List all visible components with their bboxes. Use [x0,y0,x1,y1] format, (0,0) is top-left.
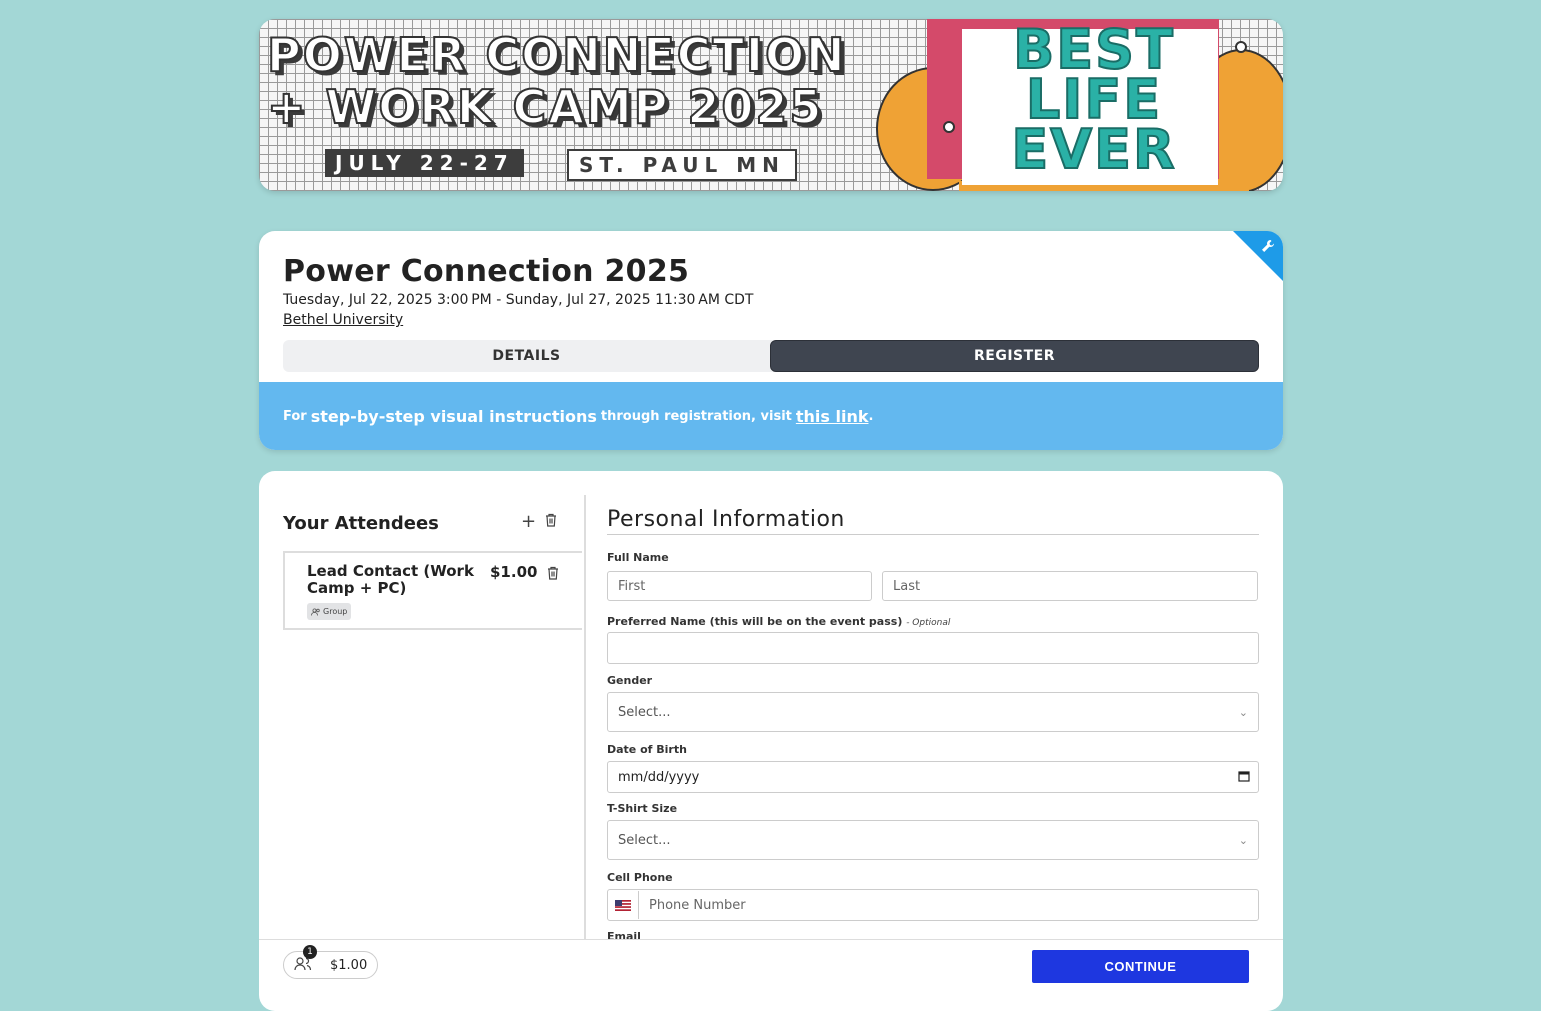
preferred-name-input[interactable] [607,632,1259,664]
group-badge: Group [307,603,352,620]
event-card: Power Connection 2025 Tuesday, Jul 22, 2… [259,231,1283,450]
info-emphasis: step-by-step visual instructions [310,406,597,426]
event-dates: Tuesday, Jul 22, 2025 3:00 PM - Sunday, … [283,292,754,308]
chevron-down-icon: ⌄ [1238,705,1248,719]
first-name-input[interactable]: First [607,571,872,601]
instructions-link[interactable]: this link [796,407,869,426]
continue-button[interactable]: CONTINUE [1032,950,1249,983]
info-prefix: For [283,408,307,424]
wrench-icon[interactable] [1261,239,1275,256]
dob-input[interactable]: mm/dd/yyyy [607,761,1259,793]
group-icon [311,607,320,616]
registration-footer: 1 $1.00 CONTINUE [259,939,1283,993]
form-heading: Personal Information [607,507,1259,535]
plus-icon[interactable]: + [521,511,536,532]
banner-ring-icon [943,121,955,133]
preferred-name-label: Preferred Name (this will be on the even… [607,615,951,628]
registration-card: Your Attendees + Lead Contact (Work Camp… [259,471,1283,1011]
banner-dates: JULY 22-27 [325,149,524,177]
banner-place: ST. PAUL MN [567,149,797,181]
trash-icon[interactable] [545,512,557,531]
instructions-banner: For step-by-step visual instructions thr… [259,382,1283,450]
banner-title: POWER CONNECTION + WORK CAMP 2025 [266,28,847,134]
tshirt-value: Select... [618,832,671,848]
optional-tag: - Optional [906,618,951,628]
badge-label: Group [323,607,348,616]
banner-ring-icon [1235,41,1247,53]
dob-label: Date of Birth [607,743,687,756]
attendee-name: Lead Contact (Work Camp + PC) [307,562,474,597]
info-suffix: . [868,408,874,424]
cart-summary[interactable]: 1 $1.00 [283,944,378,979]
dob-value: mm/dd/yyyy [618,769,700,785]
info-middle: through registration, visit [600,408,792,424]
event-tabs: DETAILS REGISTER [283,340,1259,372]
email-label: Email [607,930,641,939]
tab-register[interactable]: REGISTER [770,340,1259,372]
attendees-icon: 1 [294,944,317,974]
event-venue-link[interactable]: Bethel University [283,312,403,328]
cell-phone-input[interactable]: Phone Number [607,889,1259,921]
gender-label: Gender [607,674,653,687]
tab-details[interactable]: DETAILS [283,340,770,372]
tshirt-select[interactable]: Select... ⌄ [607,820,1259,860]
us-flag-icon[interactable] [608,891,639,919]
trash-icon[interactable] [547,565,559,584]
calendar-icon[interactable] [1238,770,1250,785]
banner-graphic-text: BEST LIFE EVER [1010,19,1177,181]
tshirt-label: T-Shirt Size [607,802,678,815]
cart-total: $1.00 [330,957,368,973]
attendee-price: $1.00 [490,563,538,581]
full-name-label: Full Name [607,551,669,564]
personal-info-form: Personal Information Full Name First Las… [607,495,1259,939]
chevron-down-icon: ⌄ [1238,833,1248,847]
event-banner: POWER CONNECTION + WORK CAMP 2025 JULY 2… [259,19,1283,191]
attendees-heading: Your Attendees [283,513,439,534]
cell-phone-placeholder: Phone Number [649,897,746,913]
last-name-input[interactable]: Last [882,571,1258,601]
attendees-panel: Your Attendees + Lead Contact (Work Camp… [283,495,586,955]
attendee-item[interactable]: Lead Contact (Work Camp + PC) $1.00 Grou… [283,551,582,630]
admin-corner-flag[interactable] [1233,231,1283,281]
gender-select[interactable]: Select... ⌄ [607,692,1259,732]
event-title: Power Connection 2025 [283,254,690,289]
cell-phone-label: Cell Phone [607,871,673,884]
gender-value: Select... [618,704,671,720]
attendee-count-badge: 1 [303,944,317,959]
